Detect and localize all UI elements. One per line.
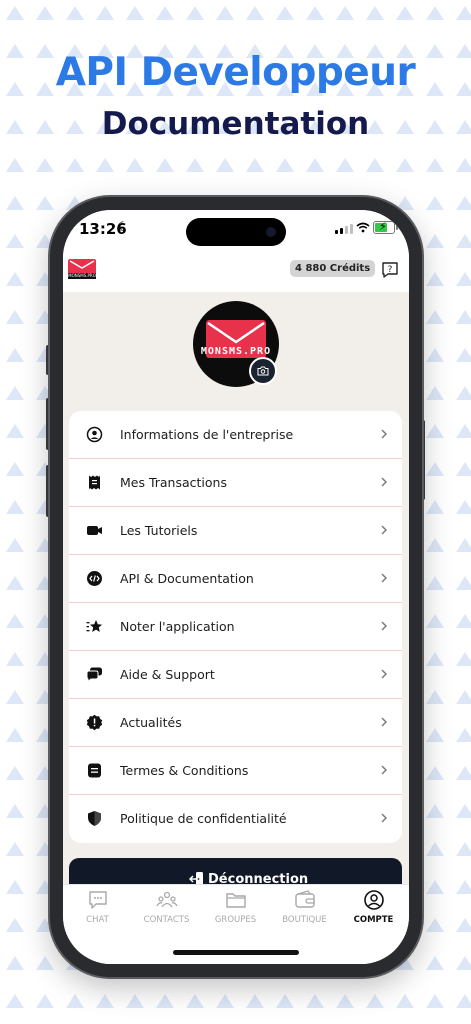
tab-groups[interactable]: GROUPES [201,889,270,925]
menu-item-api-documentation[interactable]: API & Documentation [69,555,402,603]
logo-brand-text: MONSMS.PRO [68,273,96,279]
account-menu: Informations de l'entreprise Mes Transac… [69,411,402,843]
shield-icon [88,811,101,826]
menu-item-help-support[interactable]: Aide & Support [69,651,402,699]
menu-item-label: Aide & Support [120,667,215,682]
video-camera-icon [87,526,102,535]
chevron-right-icon [381,429,387,439]
chevron-right-icon [381,765,387,775]
chevron-right-icon [381,573,387,583]
star-icon [86,620,102,632]
phone-screen: 13:26 ☾ ⚡ MONSMS.PRO 4 880 Crédits ? MON… [63,210,409,964]
profile-brand-text: MONSMS.PRO [200,346,272,357]
moon-icon: ☾ [117,220,129,235]
tab-account[interactable]: COMPTE [339,889,408,925]
app-header: MONSMS.PRO 4 880 Crédits ? [63,250,409,292]
code-icon [87,571,102,586]
menu-item-label: Informations de l'entreprise [120,427,294,442]
menu-item-label: Noter l'application [120,619,235,634]
tab-chat[interactable]: CHAT [63,889,132,925]
user-circle-icon [86,426,103,443]
signal-icon [335,224,353,234]
credits-badge[interactable]: 4 880 Crédits [290,260,376,277]
menu-item-label: API & Documentation [120,571,254,586]
tab-label: BOUTIQUE [282,915,327,925]
phone-frame: 13:26 ☾ ⚡ MONSMS.PRO 4 880 Crédits ? MON… [50,197,422,977]
receipt-icon [89,475,100,490]
menu-item-news[interactable]: Actualités [69,699,402,747]
wifi-icon [356,222,370,233]
menu-item-transactions[interactable]: Mes Transactions [69,459,402,507]
chevron-right-icon [381,621,387,631]
tab-shop[interactable]: BOUTIQUE [270,889,339,925]
chevron-right-icon [381,477,387,487]
wallet-icon [294,890,315,908]
menu-item-privacy-policy[interactable]: Politique de confidentialité [69,795,402,843]
contacts-icon [155,891,178,908]
chat-icon [88,891,107,909]
battery-icon: ⚡ [373,220,398,234]
app-logo[interactable]: MONSMS.PRO [68,259,96,279]
account-icon [363,890,384,910]
dynamic-island [186,218,286,246]
menu-item-tutorials[interactable]: Les Tutoriels [69,507,402,555]
svg-text:?: ? [388,265,393,275]
tab-label: CONTACTS [143,915,190,925]
document-icon [88,763,101,778]
menu-item-company-info[interactable]: Informations de l'entreprise [69,411,402,459]
promo-subtitle: Documentation [101,106,370,142]
folder-icon [225,893,246,908]
menu-item-label: Les Tutoriels [120,523,198,538]
help-icon[interactable]: ? [380,260,400,280]
menu-item-label: Actualités [120,715,182,730]
menu-item-terms[interactable]: Termes & Conditions [69,747,402,795]
menu-item-label: Politique de confidentialité [120,811,287,826]
chevron-right-icon [381,813,387,823]
tab-contacts[interactable]: CONTACTS [132,889,201,925]
front-camera [266,227,276,237]
menu-item-label: Termes & Conditions [120,763,249,778]
chevron-right-icon [381,525,387,535]
camera-icon [257,366,269,376]
menu-item-label: Mes Transactions [120,475,227,490]
alert-badge-icon [86,714,103,731]
home-indicator [173,950,299,955]
tab-label: COMPTE [353,915,394,925]
tab-label: CHAT [86,915,109,925]
chevron-right-icon [381,669,387,679]
chevron-right-icon [381,717,387,727]
menu-item-rate-app[interactable]: Noter l'application [69,603,402,651]
tab-label: GROUPES [214,915,257,925]
chat-bubbles-icon [86,667,102,683]
promo-title: API Developpeur [55,50,416,95]
change-photo-button[interactable] [249,357,277,385]
